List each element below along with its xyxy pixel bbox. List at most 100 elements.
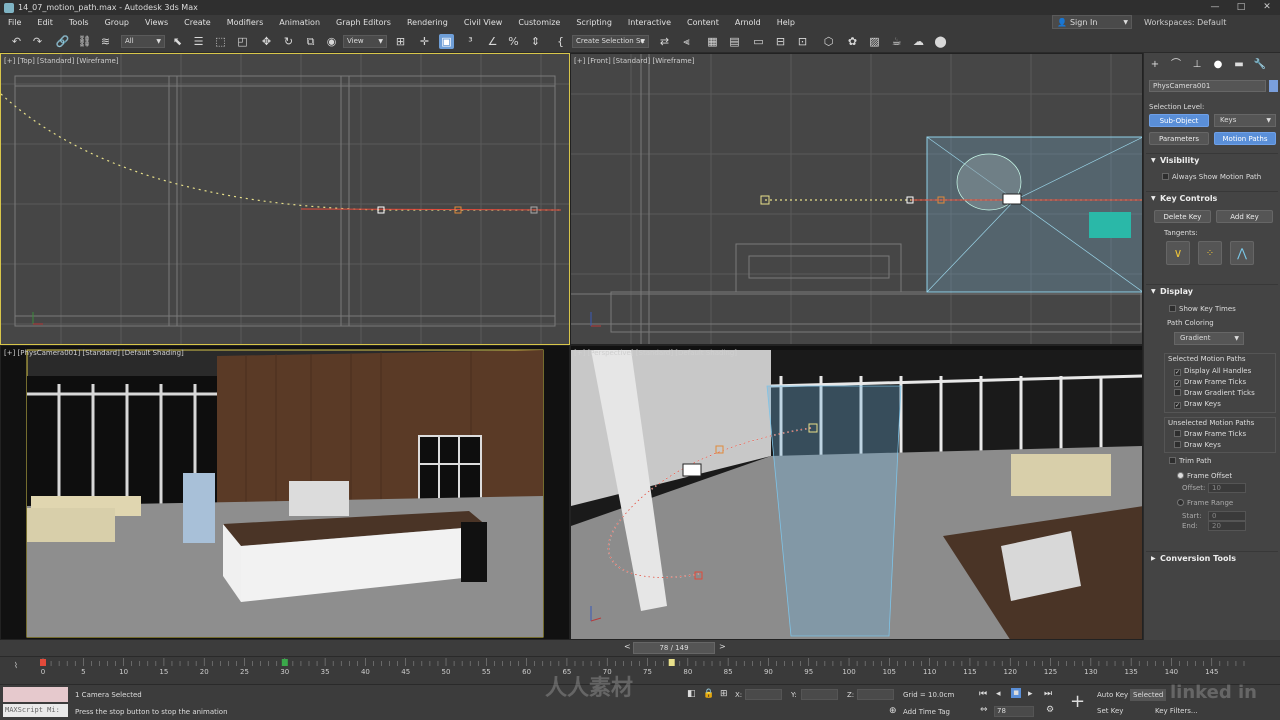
- add-time-tag[interactable]: Add Time Tag: [903, 708, 950, 716]
- hierarchy-tab-icon[interactable]: ⊥: [1190, 59, 1204, 71]
- offset-spinner[interactable]: 10: [1208, 483, 1246, 493]
- stop-icon[interactable]: ▪: [1011, 688, 1022, 698]
- viewport-camera[interactable]: [+] [PhysCamera001] [Standard] [Default …: [0, 345, 570, 640]
- select-object-icon[interactable]: ⬉: [170, 34, 185, 49]
- rendered-frame-icon[interactable]: ▨: [867, 34, 882, 49]
- select-by-name-icon[interactable]: ☰: [191, 34, 206, 49]
- angle-snap-icon[interactable]: ∠: [485, 34, 500, 49]
- keyboard-shortcut-override-icon[interactable]: ▣: [439, 34, 454, 49]
- menu-file[interactable]: File: [0, 18, 29, 27]
- sign-in-dropdown[interactable]: 👤 Sign In ▼: [1052, 15, 1132, 29]
- viewport-label[interactable]: [+] [Front] [Standard] [Wireframe]: [574, 57, 694, 65]
- align-icon[interactable]: ⫷: [679, 34, 694, 49]
- path-coloring-dropdown[interactable]: Gradient ▼: [1174, 332, 1244, 345]
- tangent-custom-button[interactable]: ⋀: [1230, 241, 1254, 265]
- unlink-icon[interactable]: ⛓: [77, 34, 92, 49]
- motion-tab-icon[interactable]: ●: [1211, 59, 1225, 71]
- draw-gradient-ticks-checkbox[interactable]: Draw Gradient Ticks: [1174, 389, 1255, 397]
- render-setup-icon[interactable]: ✿: [845, 34, 860, 49]
- time-slider[interactable]: < 78 / 149 >: [0, 640, 1280, 656]
- x-coordinate-field[interactable]: [745, 689, 782, 700]
- mirror-icon[interactable]: ⇄: [657, 34, 672, 49]
- maxscript-listener[interactable]: [3, 687, 68, 702]
- frame-offset-radio[interactable]: Frame Offset: [1177, 472, 1232, 480]
- create-tab-icon[interactable]: +: [1148, 59, 1162, 71]
- bind-space-warp-icon[interactable]: ≋: [98, 34, 113, 49]
- key-marker[interactable]: [40, 659, 46, 666]
- conversion-tools-rollout[interactable]: ▶ Conversion Tools: [1146, 551, 1278, 565]
- menu-content[interactable]: Content: [679, 18, 727, 27]
- material-editor-icon[interactable]: ⬡: [821, 34, 836, 49]
- render-cloud-icon[interactable]: ☁: [911, 34, 926, 49]
- menu-graph-editors[interactable]: Graph Editors: [328, 18, 399, 27]
- selection-filter-dropdown[interactable]: All ▼: [121, 35, 165, 48]
- display-rollout[interactable]: ▼ Display: [1146, 284, 1278, 298]
- motion-path[interactable]: [1, 93, 561, 211]
- draw-keys-checkbox[interactable]: ✓ Draw Keys: [1174, 400, 1221, 409]
- modify-tab-icon[interactable]: ⌒: [1169, 59, 1183, 71]
- unselected-draw-keys-checkbox[interactable]: Draw Keys: [1174, 441, 1221, 449]
- visibility-rollout[interactable]: ▼ Visibility: [1146, 153, 1278, 167]
- time-configuration-icon[interactable]: ⚙: [1046, 705, 1054, 715]
- schematic-view-icon[interactable]: ⊡: [795, 34, 810, 49]
- time-tag-icon[interactable]: ⊕: [889, 706, 897, 716]
- go-to-start-icon[interactable]: ⏮: [979, 689, 987, 699]
- placement-icon[interactable]: ◉: [324, 34, 339, 49]
- reference-coordinate-dropdown[interactable]: View ▼: [343, 35, 387, 48]
- always-show-motion-path-checkbox[interactable]: Always Show Motion Path: [1162, 173, 1261, 181]
- set-key-big-icon[interactable]: +: [1070, 691, 1085, 712]
- render-activeshade-icon[interactable]: ⬤: [933, 34, 948, 49]
- redo-icon[interactable]: ↷: [30, 34, 45, 49]
- spinner-snap-icon[interactable]: ⇕: [528, 34, 543, 49]
- named-selection-set-dropdown[interactable]: Create Selection Se ▼: [572, 35, 649, 48]
- menu-civil-view[interactable]: Civil View: [456, 18, 511, 27]
- start-spinner[interactable]: 0: [1208, 511, 1246, 521]
- y-coordinate-field[interactable]: [801, 689, 838, 700]
- key-controls-rollout[interactable]: ▼ Key Controls: [1146, 191, 1278, 205]
- link-icon[interactable]: 🔗: [55, 34, 70, 49]
- camera-object[interactable]: [682, 463, 702, 477]
- z-coordinate-field[interactable]: [857, 689, 894, 700]
- sub-object-button[interactable]: Sub-Object: [1149, 114, 1209, 127]
- key-mode-toggle-icon[interactable]: ⇔: [980, 705, 988, 715]
- menu-modifiers[interactable]: Modifiers: [219, 18, 272, 27]
- display-tab-icon[interactable]: ▬: [1232, 59, 1246, 71]
- menu-views[interactable]: Views: [137, 18, 176, 27]
- rect-selection-icon[interactable]: ⬚: [213, 34, 228, 49]
- window-crossing-icon[interactable]: ◰: [235, 34, 250, 49]
- rotate-icon[interactable]: ↻: [281, 34, 296, 49]
- previous-frame-icon[interactable]: ◂: [996, 689, 1001, 699]
- camera-object[interactable]: [1002, 193, 1022, 205]
- keys-dropdown[interactable]: Keys ▼: [1214, 114, 1276, 127]
- selection-lock-icon[interactable]: 🔒: [703, 689, 714, 699]
- workspaces-dropdown[interactable]: Workspaces: Default: [1144, 15, 1226, 30]
- menu-animation[interactable]: Animation: [271, 18, 328, 27]
- absolute-transform-icon[interactable]: ⊞: [720, 689, 728, 699]
- delete-key-button[interactable]: Delete Key: [1154, 210, 1211, 223]
- menu-arnold[interactable]: Arnold: [727, 18, 769, 27]
- object-name-field[interactable]: PhysCamera001: [1149, 80, 1266, 92]
- auto-key-button[interactable]: Auto Key: [1094, 689, 1131, 701]
- viewport-front[interactable]: [+] [Front] [Standard] [Wireframe]: [570, 53, 1143, 345]
- snaps-toggle-icon[interactable]: ³: [463, 34, 478, 49]
- next-frame-icon[interactable]: ▸: [1028, 689, 1033, 699]
- close-button[interactable]: ✕: [1254, 0, 1280, 15]
- viewport-label[interactable]: [+] [Perspective] [Standard] [Default Sh…: [574, 349, 737, 357]
- object-color-swatch[interactable]: [1269, 80, 1278, 92]
- show-key-times-checkbox[interactable]: Show Key Times: [1169, 305, 1236, 313]
- key-marker[interactable]: [281, 659, 288, 666]
- menu-help[interactable]: Help: [769, 18, 803, 27]
- menu-create[interactable]: Create: [176, 18, 219, 27]
- tangent-smooth-button[interactable]: ∨: [1166, 241, 1190, 265]
- end-spinner[interactable]: 20: [1208, 521, 1246, 531]
- motion-paths-button[interactable]: Motion Paths: [1214, 132, 1276, 145]
- key-filters-button[interactable]: Key Filters...: [1152, 705, 1201, 717]
- add-key-button[interactable]: Add Key: [1216, 210, 1273, 223]
- selected-set-dropdown[interactable]: Selected: [1130, 689, 1167, 701]
- percent-snap-icon[interactable]: %: [506, 34, 521, 49]
- menu-customize[interactable]: Customize: [510, 18, 568, 27]
- parameters-button[interactable]: Parameters: [1149, 132, 1209, 145]
- menu-scripting[interactable]: Scripting: [568, 18, 620, 27]
- viewport-perspective[interactable]: [+] [Perspective] [Standard] [Default Sh…: [570, 345, 1143, 640]
- draw-frame-ticks-checkbox[interactable]: ✓ Draw Frame Ticks: [1174, 378, 1246, 387]
